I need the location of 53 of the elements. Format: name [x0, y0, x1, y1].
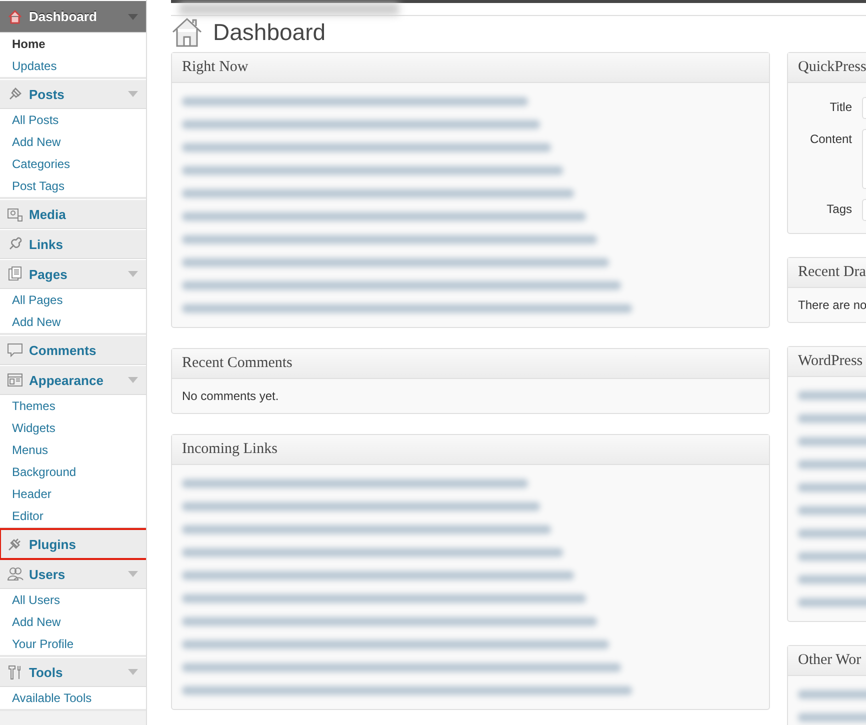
submenu-item[interactable]: Themes: [0, 395, 146, 417]
menu-icon: [6, 565, 24, 583]
submenu-item[interactable]: Header: [0, 483, 146, 505]
widget-title: Recent Dra: [798, 264, 866, 281]
menu-item[interactable]: Comments: [0, 335, 146, 365]
caret-icon: [128, 377, 138, 383]
menu-item[interactable]: Dashboard: [0, 0, 146, 33]
menu-icon: [6, 8, 24, 26]
submenu-item[interactable]: Widgets: [0, 417, 146, 439]
caret-icon: [128, 271, 138, 277]
caret-icon: [128, 669, 138, 675]
menu-item[interactable]: Users: [0, 559, 146, 589]
submenu-item[interactable]: Add New: [0, 131, 146, 153]
menu-item[interactable]: Pages: [0, 259, 146, 289]
field-label: Tags: [826, 201, 852, 216]
menu-item[interactable]: Plugins: [0, 529, 146, 559]
page-title: Dashboard: [213, 18, 326, 46]
menu-item[interactable]: Appearance: [0, 365, 146, 395]
menu-icon: [6, 265, 24, 283]
caret-icon: [128, 91, 138, 97]
submenu-item[interactable]: All Posts: [0, 109, 146, 131]
widget-title: WordPress: [798, 353, 863, 370]
widget-text: No comments yet.: [182, 389, 279, 403]
field-label: Title: [828, 99, 852, 114]
submenu-item[interactable]: Categories: [0, 153, 146, 175]
widget-title: Incoming Links: [182, 441, 278, 458]
submenu-item[interactable]: Post Tags: [0, 175, 146, 197]
menu-icon: [6, 341, 24, 359]
house-icon: [171, 16, 203, 48]
widget-text: There are no: [798, 298, 866, 312]
caret-icon: [128, 14, 138, 20]
submenu-item[interactable]: Updates: [0, 55, 146, 77]
submenu-item[interactable]: Background: [0, 461, 146, 483]
submenu-item[interactable]: Add New: [0, 611, 146, 633]
submenu-item[interactable]: Menus: [0, 439, 146, 461]
menu-item[interactable]: Links: [0, 229, 146, 259]
submenu-item[interactable]: Editor: [0, 505, 146, 527]
widget-title: Right Now: [182, 59, 248, 76]
field-label: Content: [808, 131, 852, 146]
menu-item[interactable]: Tools: [0, 657, 146, 687]
submenu-item[interactable]: Home: [0, 33, 146, 55]
menu-item[interactable]: Posts: [0, 79, 146, 109]
menu-icon: [6, 371, 24, 389]
submenu-item[interactable]: Your Profile: [0, 633, 146, 655]
submenu-item[interactable]: Available Tools: [0, 687, 146, 709]
widget-title: QuickPress: [798, 59, 866, 76]
widget-title: Other Wor: [798, 652, 862, 669]
menu-item[interactable]: Media: [0, 199, 146, 229]
submenu-item[interactable]: All Users: [0, 589, 146, 611]
submenu-item[interactable]: Add New: [0, 311, 146, 333]
submenu-item[interactable]: All Pages: [0, 289, 146, 311]
widget-title: Recent Comments: [182, 355, 292, 372]
caret-icon: [128, 571, 138, 577]
